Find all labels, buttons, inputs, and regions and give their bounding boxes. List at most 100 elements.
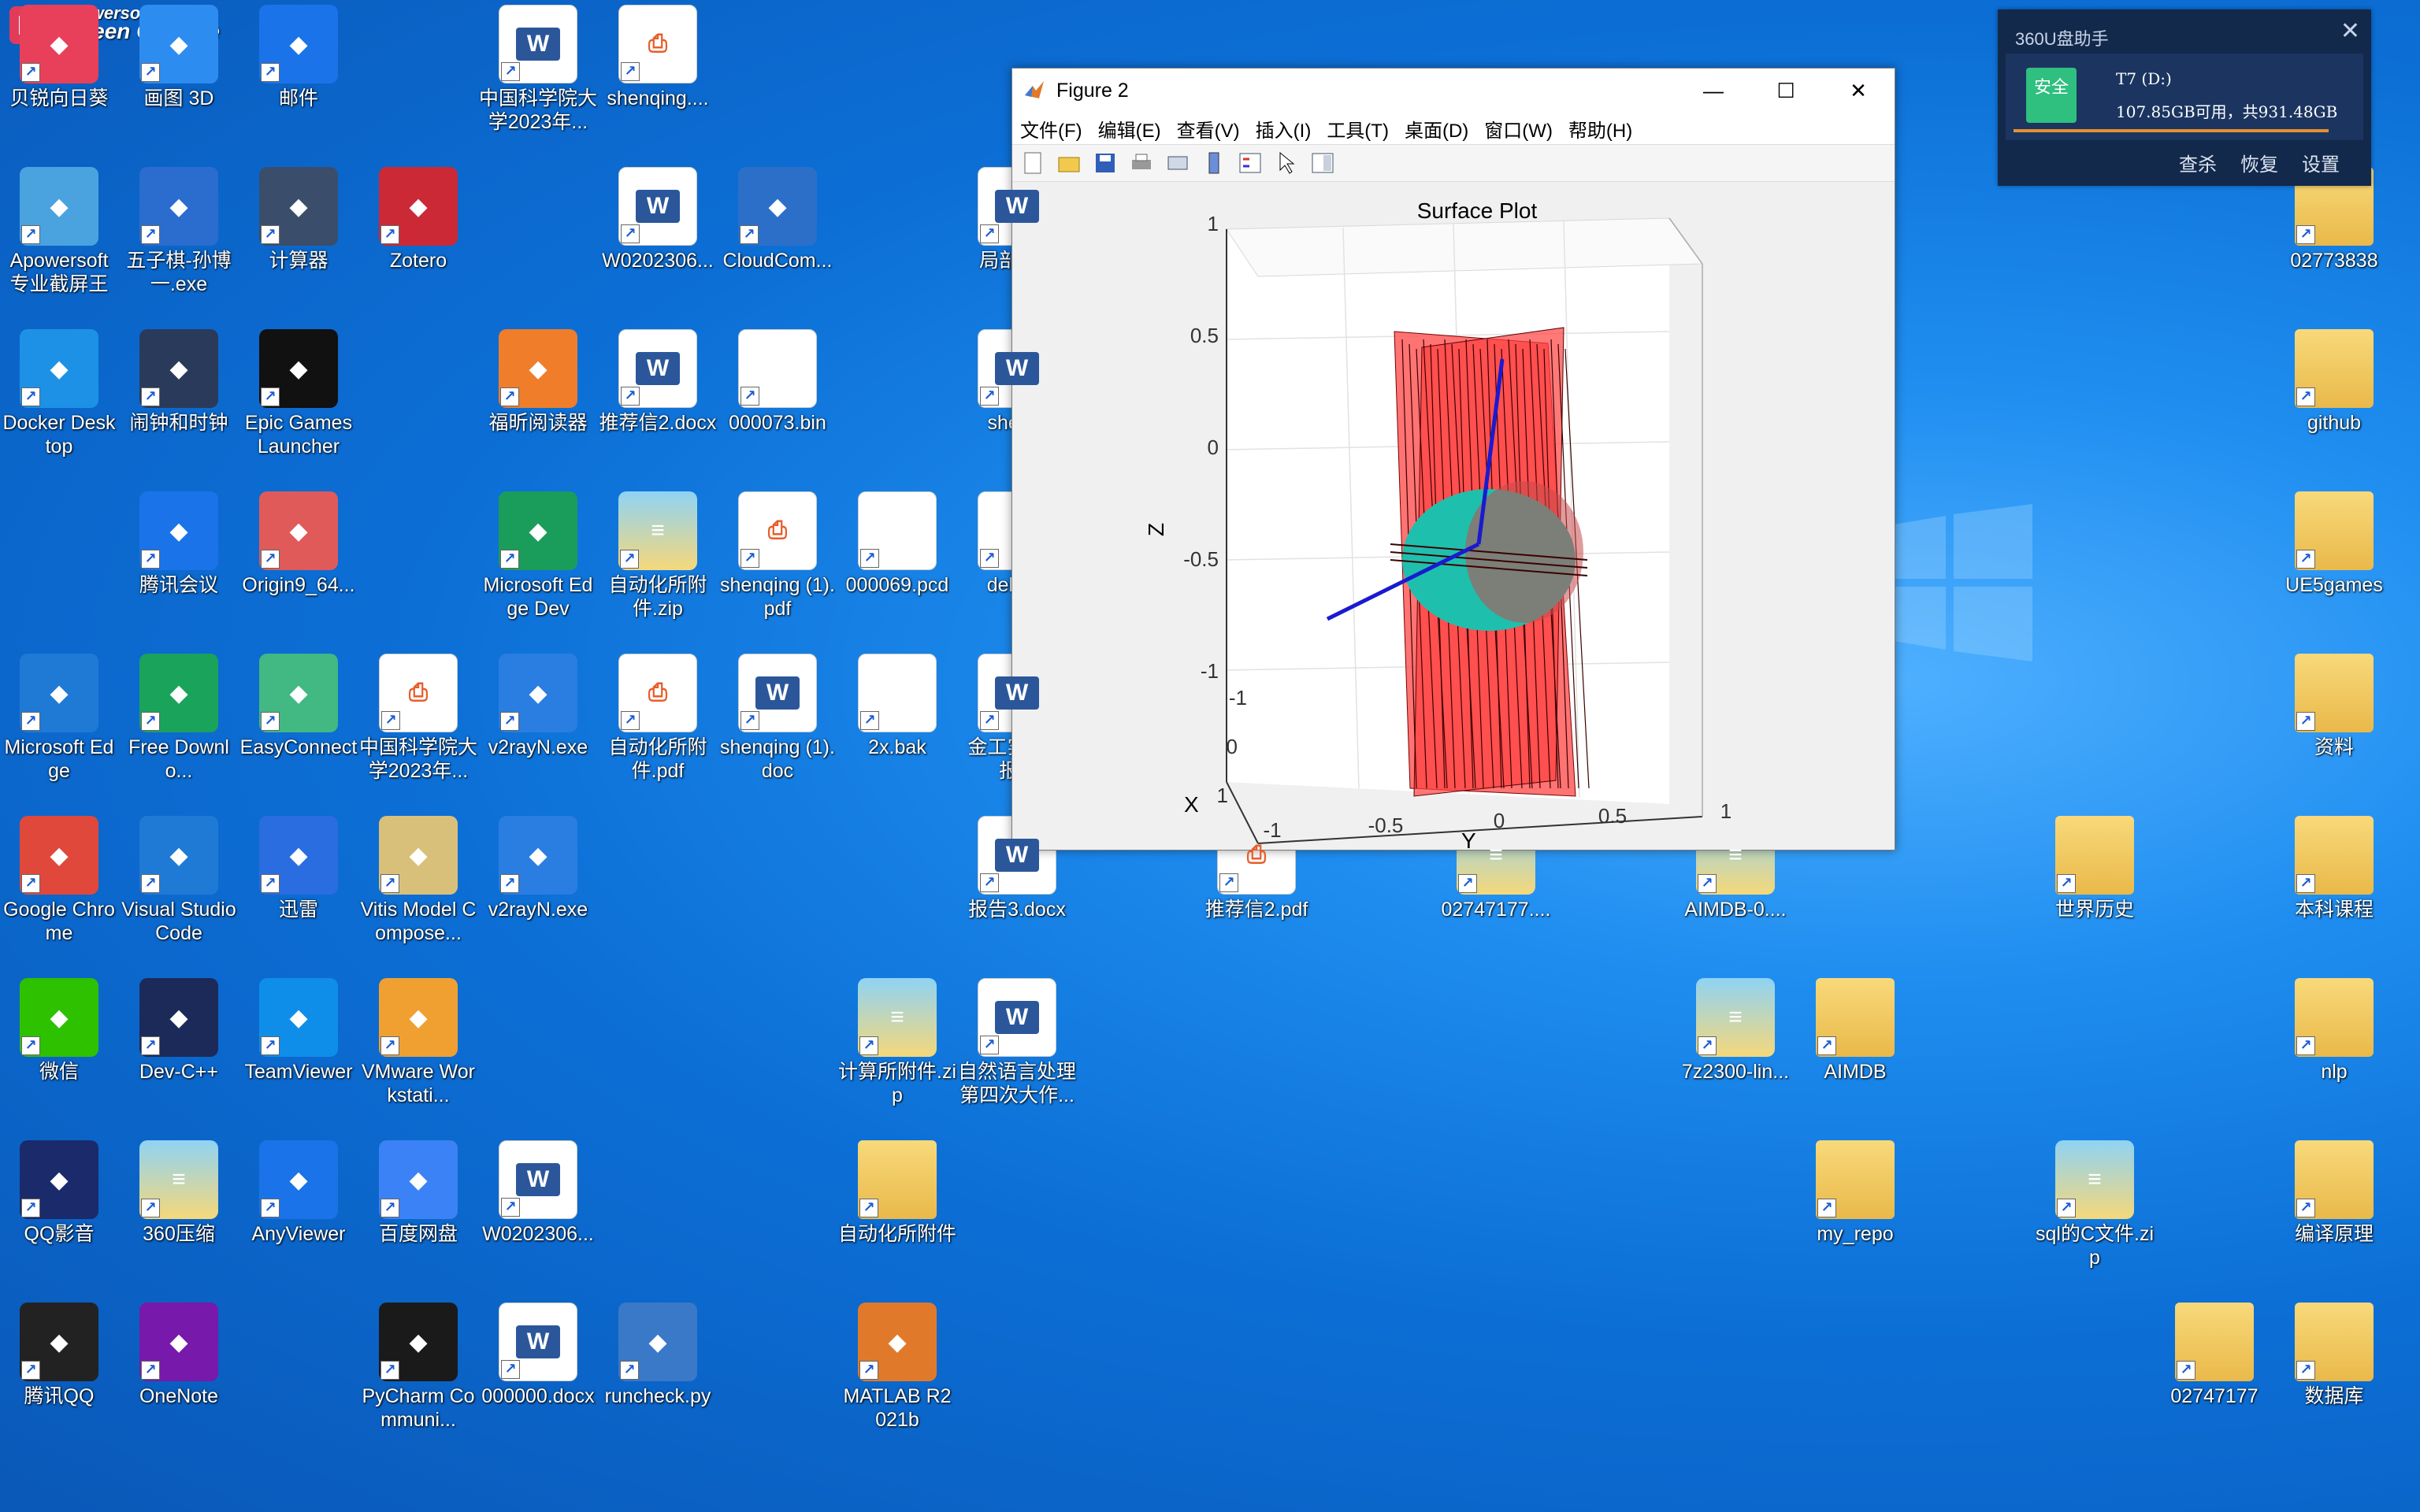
desktop-icon[interactable]: ↗ my_repo [1796, 1140, 1914, 1246]
desktop-icon[interactable]: ↗ 02747177 [2155, 1303, 2273, 1408]
desktop-icon[interactable]: ◆ ↗ 五子棋-孙博一.exe [120, 167, 238, 296]
widget-body: 安全 T7 (D:) 107.85GB可用，共931.48GB [2006, 54, 2363, 140]
desktop-icon[interactable]: ↗ 编译原理 [2275, 1140, 2393, 1246]
restore-button[interactable]: 恢复 [2240, 149, 2278, 176]
desktop-icon[interactable]: ◆ ↗ Zotero [359, 167, 477, 272]
menu-tools[interactable]: 工具(T) [1319, 115, 1397, 143]
word-icon: W ↗ [499, 5, 577, 83]
desktop-icon[interactable]: ↗ 数据库 [2275, 1303, 2393, 1408]
desktop-icon[interactable]: ◆ ↗ PyCharm Communi... [359, 1303, 477, 1432]
menu-view[interactable]: 查看(V) [1169, 115, 1248, 143]
desktop-icon[interactable]: ◆ ↗ 计算器 [239, 167, 358, 272]
settings-button[interactable]: 设置 [2302, 149, 2340, 176]
desktop-icon[interactable]: ⎙ ↗ shenqing.... [599, 5, 717, 110]
property-icon[interactable] [1308, 149, 1337, 177]
desktop-icon[interactable]: W ↗ shenqing (1).doc [718, 654, 837, 783]
desktop-icon[interactable]: ◆ ↗ Visual Studio Code [120, 816, 238, 945]
desktop-icon[interactable]: ◆ ↗ MATLAB R2021b [838, 1303, 956, 1432]
desktop-icon[interactable]: ↗ nlp [2275, 978, 2393, 1084]
desktop-icon[interactable]: ↗ 自动化所附件 [838, 1140, 956, 1246]
desktop-icon[interactable]: ◆ ↗ Microsoft Edge Dev [479, 491, 597, 621]
desktop-icon[interactable]: ◆ ↗ Dev-C++ [120, 978, 238, 1084]
desktop-icon[interactable]: ◆ ↗ 微信 [0, 978, 118, 1084]
desktop-icon[interactable]: ◆ ↗ Google Chrome [0, 816, 118, 945]
scan-button[interactable]: 查杀 [2179, 149, 2217, 176]
open-icon[interactable] [1055, 149, 1083, 177]
new-figure-icon[interactable] [1019, 149, 1047, 177]
desktop-icon[interactable]: ⎙ ↗ 自动化所附件.pdf [599, 654, 717, 783]
desktop-icon[interactable]: ◆ ↗ Apowersoft专业截屏王 [0, 167, 118, 296]
desktop-icon[interactable]: ◆ ↗ 福昕阅读器 [479, 329, 597, 435]
desktop-icon[interactable]: ◆ ↗ Docker Desktop [0, 329, 118, 458]
desktop-icon[interactable]: ◆ ↗ Microsoft Edge [0, 654, 118, 783]
desktop-icon[interactable]: W ↗ W0202306... [599, 167, 717, 272]
pointer-icon[interactable] [1272, 149, 1301, 177]
folder-icon: ↗ [2295, 491, 2374, 570]
desktop-icon[interactable]: ◆ ↗ 闹钟和时钟 [120, 329, 238, 435]
desktop-icon[interactable]: ◆ ↗ QQ影音 [0, 1140, 118, 1246]
desktop-icon[interactable]: ◆ ↗ OneNote [120, 1303, 238, 1408]
desktop-icon[interactable]: ↗ 本科课程 [2275, 816, 2393, 921]
desktop-icon[interactable]: ◆ ↗ 邮件 [239, 5, 358, 110]
desktop-icon[interactable]: W ↗ 自然语言处理第四次大作... [958, 978, 1076, 1107]
desktop-icon[interactable]: ◆ ↗ Origin9_64... [239, 491, 358, 597]
usb-helper-widget[interactable]: 360U盘助手 ✕ 安全 T7 (D:) 107.85GB可用，共931.48G… [1998, 9, 2371, 186]
desktop-icon[interactable]: ◆ ↗ AnyViewer [239, 1140, 358, 1246]
desktop-icon[interactable]: ◆ ↗ 贝锐向日葵 [0, 5, 118, 110]
legend-icon[interactable] [1236, 149, 1264, 177]
menu-insert[interactable]: 插入(I) [1248, 115, 1319, 143]
desktop-icon[interactable]: ↗ 世界历史 [2036, 816, 2154, 921]
figure-canvas[interactable]: Surface Plot 1 0.5 0 -0.5 -1 -1 -0.5 0 0.5 1 -1 0… [1012, 182, 1895, 853]
desktop-icon[interactable]: ↗ 资料 [2275, 654, 2393, 759]
surface-plot[interactable]: Surface Plot 1 0.5 0 -0.5 -1 -1 -0.5 0 0.5 1 -1 0… [1012, 182, 1895, 853]
desktop-icon[interactable]: ⎙ ↗ 中国科学院大学2023年... [359, 654, 477, 783]
menu-help[interactable]: 帮助(H) [1561, 115, 1640, 143]
desktop-icon[interactable]: ≡ ↗ 7z2300-lin... [1676, 978, 1795, 1084]
desktop-icon[interactable]: ◆ ↗ 画图 3D [120, 5, 238, 110]
desktop-icon[interactable]: ≡ ↗ 计算所附件.zip [838, 978, 956, 1107]
close-button[interactable]: ✕ [1822, 69, 1895, 113]
desktop-icon[interactable]: ◆ ↗ 迅雷 [239, 816, 358, 921]
widget-close-icon[interactable]: ✕ [2340, 17, 2360, 45]
desktop-icon[interactable]: ◆ ↗ Vitis Model Compose... [359, 816, 477, 945]
desktop-icon[interactable]: ◆ ↗ 腾讯会议 [120, 491, 238, 597]
minimize-button[interactable]: — [1677, 69, 1750, 113]
desktop-icon[interactable]: W ↗ 推荐信2.docx [599, 329, 717, 435]
desktop-icon[interactable]: ↗ 2x.bak [838, 654, 956, 759]
desktop-icon[interactable]: ◆ ↗ EasyConnect [239, 654, 358, 759]
desktop-icon[interactable]: ◆ ↗ VMware Workstati... [359, 978, 477, 1107]
menu-file[interactable]: 文件(F) [1012, 115, 1090, 143]
link-icon[interactable] [1164, 149, 1192, 177]
desktop-icon[interactable]: ↗ github [2275, 329, 2393, 435]
menu-window[interactable]: 窗口(W) [1476, 115, 1561, 143]
desktop-icon[interactable]: ◆ ↗ CloudCom... [718, 167, 837, 272]
desktop-icon[interactable]: ↗ 000069.pcd [838, 491, 956, 597]
desktop-icon[interactable]: ◆ ↗ v2rayN.exe [479, 654, 597, 759]
desktop-icon[interactable]: ≡ ↗ 360压缩 [120, 1140, 238, 1246]
desktop-icon[interactable]: ↗ UE5games [2275, 491, 2393, 597]
save-icon[interactable] [1091, 149, 1119, 177]
menu-edit[interactable]: 编辑(E) [1090, 115, 1169, 143]
desktop-icon[interactable]: ↗ 000073.bin [718, 329, 837, 435]
desktop-icon-label: TeamViewer [244, 1061, 353, 1083]
desktop-icon[interactable]: ◆ ↗ Epic Games Launcher [239, 329, 358, 458]
desktop-icon[interactable]: W ↗ 中国科学院大学2023年... [479, 5, 597, 134]
desktop-icon[interactable]: ◆ ↗ TeamViewer [239, 978, 358, 1084]
desktop-icon[interactable]: ◆ ↗ 百度网盘 [359, 1140, 477, 1246]
desktop-icon[interactable]: ◆ ↗ Free Downlo... [120, 654, 238, 783]
desktop-icon[interactable]: ↗ AIMDB [1796, 978, 1914, 1084]
colorbar-icon[interactable] [1200, 149, 1228, 177]
print-icon[interactable] [1127, 149, 1156, 177]
menu-desktop[interactable]: 桌面(D) [1397, 115, 1476, 143]
desktop-icon[interactable]: ⎙ ↗ shenqing (1).pdf [718, 491, 837, 621]
desktop-icon[interactable]: ≡ ↗ sql的C文件.zip [2036, 1140, 2154, 1269]
figure-titlebar[interactable]: Figure 2 — ☐ ✕ [1012, 69, 1895, 113]
desktop-icon[interactable]: W ↗ 000000.docx [479, 1303, 597, 1408]
desktop-icon[interactable]: ◆ ↗ v2rayN.exe [479, 816, 597, 921]
desktop-icon[interactable]: ◆ ↗ runcheck.py [599, 1303, 717, 1408]
desktop-icon[interactable]: W ↗ W0202306... [479, 1140, 597, 1246]
desktop-icon[interactable]: ≡ ↗ 自动化所附件.zip [599, 491, 717, 621]
maximize-button[interactable]: ☐ [1750, 69, 1822, 113]
matlab-figure-window[interactable]: Figure 2 — ☐ ✕ 文件(F) 编辑(E) 查看(V) 插入(I) 工… [1011, 68, 1895, 853]
desktop-icon[interactable]: ◆ ↗ 腾讯QQ [0, 1303, 118, 1408]
